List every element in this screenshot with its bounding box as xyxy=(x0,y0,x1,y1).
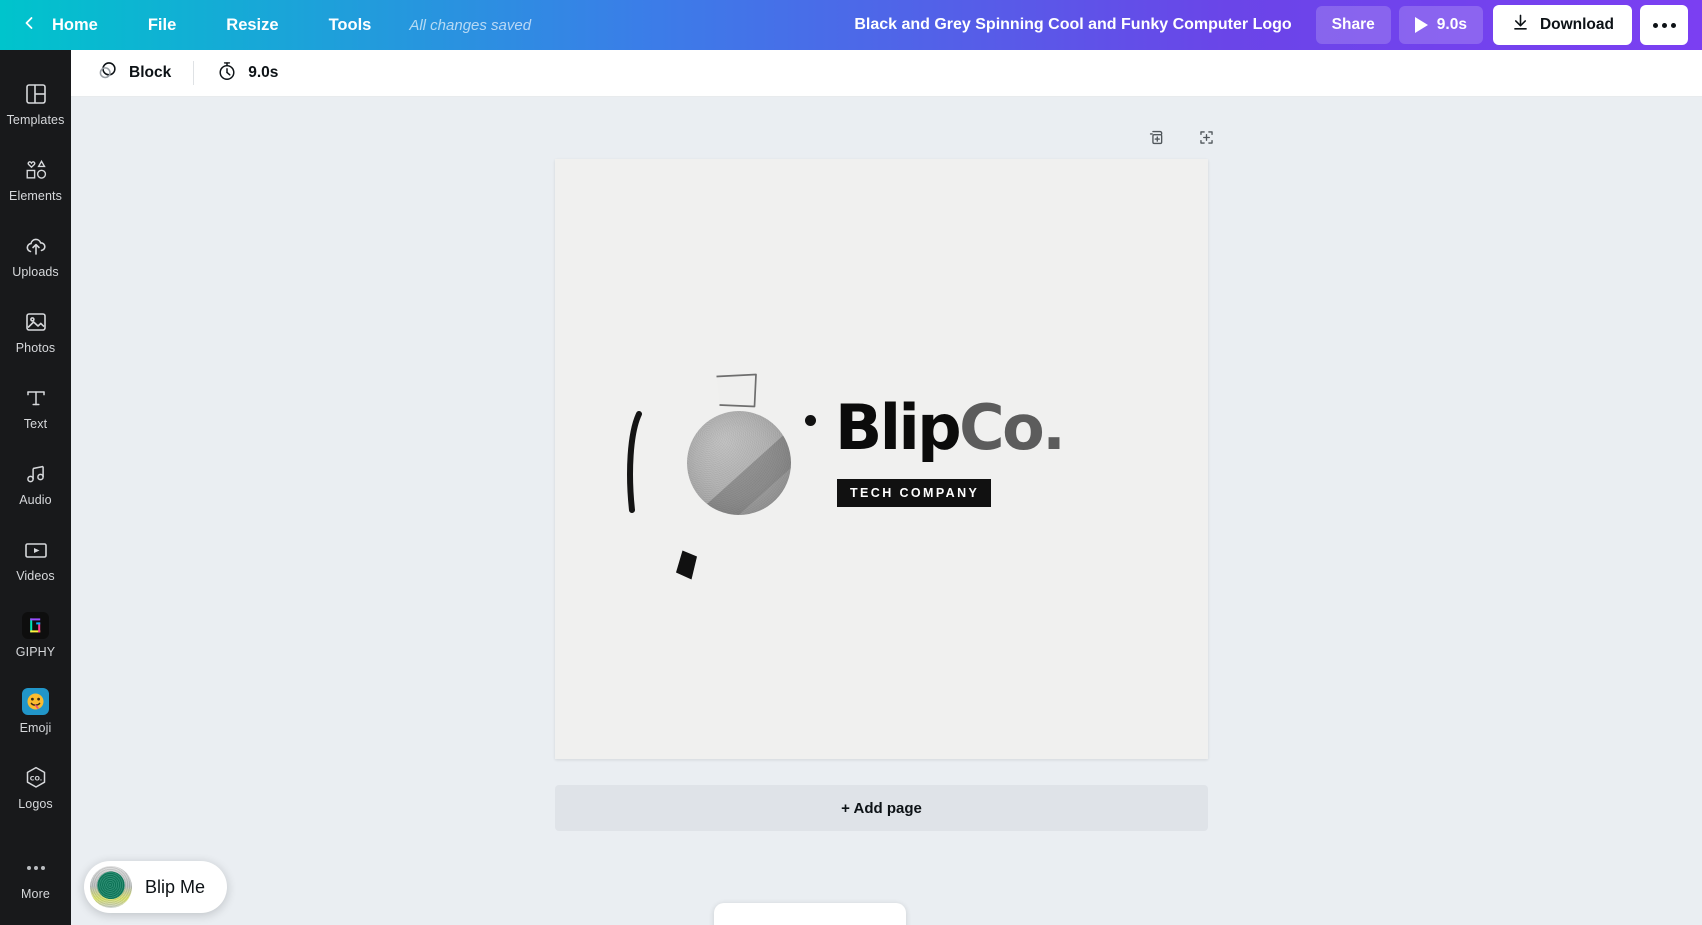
more-options-button[interactable] xyxy=(1640,5,1688,45)
sidebar-item-label: Photos xyxy=(15,341,56,355)
share-label: Share xyxy=(1331,16,1375,33)
sidebar-item-label: Videos xyxy=(16,569,55,583)
duplicate-page-icon xyxy=(1147,128,1166,152)
save-status: All changes saved xyxy=(409,16,532,34)
logos-icon: CO. xyxy=(23,765,49,790)
logo-tagline[interactable]: TECH COMPANY xyxy=(837,479,992,507)
timer-label: 9.0s xyxy=(248,64,279,81)
sidebar-item-uploads[interactable]: Uploads xyxy=(0,218,71,294)
templates-icon xyxy=(24,81,48,106)
black-quadrilateral-shape[interactable] xyxy=(673,549,703,583)
play-icon xyxy=(1414,17,1428,33)
sidebar-item-giphy[interactable]: GIPHY xyxy=(0,598,71,674)
download-button[interactable]: Download xyxy=(1492,5,1632,45)
sidebar-item-photos[interactable]: Photos xyxy=(0,294,71,370)
design-canvas[interactable]: BlipCo. TECH COMPANY xyxy=(555,159,1208,759)
stopwatch-icon xyxy=(216,60,238,87)
add-page-button[interactable]: + Add page xyxy=(555,785,1208,831)
add-page-button-icon[interactable] xyxy=(1191,125,1221,155)
sidebar-item-templates[interactable]: Templates xyxy=(0,66,71,142)
duplicate-page-button[interactable] xyxy=(1141,125,1171,155)
download-label: Download xyxy=(1539,16,1614,33)
audio-note-icon xyxy=(24,461,48,486)
ellipsis-icon-dot xyxy=(1670,22,1676,28)
canvas-workspace: BlipCo. TECH COMPANY + Add page xyxy=(71,97,1702,925)
block-button[interactable]: Block xyxy=(84,56,183,90)
sidebar-item-videos[interactable]: Videos xyxy=(0,522,71,598)
preview-duration-label: 9.0s xyxy=(1436,16,1467,33)
sidebar-item-label: Text xyxy=(23,417,48,431)
block-circles-icon xyxy=(96,59,119,87)
textured-sphere-shape[interactable] xyxy=(687,411,791,515)
timing-button[interactable]: 9.0s xyxy=(204,56,290,90)
sidebar-item-audio[interactable]: Audio xyxy=(0,446,71,522)
blip-avatar xyxy=(90,866,132,908)
sidebar-item-logos[interactable]: CO. Logos xyxy=(0,750,71,826)
wordmark-secondary: Co. xyxy=(959,391,1066,464)
uploads-cloud-icon xyxy=(23,233,49,258)
menu-file[interactable]: File xyxy=(134,8,190,43)
sidebar-item-label: Emoji xyxy=(19,721,52,735)
left-sidebar: Templates Elements Uploads Photos Text A… xyxy=(0,50,71,925)
sidebar-item-label: GIPHY xyxy=(15,645,56,659)
chevron-left-icon xyxy=(19,13,39,38)
wordmark-primary: Blip xyxy=(835,391,962,464)
logo-wordmark[interactable]: BlipCo. xyxy=(835,397,1066,459)
outlined-trapezoid-shape[interactable] xyxy=(710,372,762,410)
sidebar-item-label: More xyxy=(21,887,50,901)
bottom-control-bar[interactable] xyxy=(714,903,906,925)
parenthesis-stroke-shape[interactable] xyxy=(623,411,645,515)
menu-resize[interactable]: Resize xyxy=(212,8,292,43)
page-tools-group xyxy=(1141,125,1221,155)
small-dot-shape[interactable] xyxy=(805,415,816,426)
photos-icon xyxy=(24,309,48,334)
sidebar-item-more[interactable]: More xyxy=(0,840,71,916)
svg-text:CO.: CO. xyxy=(29,774,41,782)
ellipsis-icon-dot xyxy=(1652,22,1658,28)
emoji-icon xyxy=(22,688,49,715)
text-icon xyxy=(24,385,48,410)
menu-home[interactable]: Home xyxy=(46,8,112,43)
sidebar-item-label: Templates xyxy=(6,113,65,127)
sidebar-item-label: Uploads xyxy=(12,265,59,279)
top-bar-left-group: Home File Resize Tools All changes saved xyxy=(0,0,531,50)
videos-icon xyxy=(23,537,49,562)
sidebar-item-label: Audio xyxy=(19,493,52,507)
share-button[interactable]: Share xyxy=(1315,6,1391,44)
logo-composition: BlipCo. TECH COMPANY xyxy=(555,159,1208,759)
document-title[interactable]: Black and Grey Spinning Cool and Funky C… xyxy=(838,7,1307,43)
toolbar-divider xyxy=(193,61,195,85)
sidebar-item-elements[interactable]: Elements xyxy=(0,142,71,218)
sidebar-item-text[interactable]: Text xyxy=(0,370,71,446)
ellipsis-icon xyxy=(24,855,48,880)
giphy-icon xyxy=(22,612,49,639)
sidebar-item-label: Elements xyxy=(9,189,62,203)
top-bar: Home File Resize Tools All changes saved… xyxy=(0,0,1702,50)
elements-icon xyxy=(23,157,49,182)
ellipsis-icon-dot xyxy=(1661,22,1667,28)
editor-toolbar: Block 9.0s xyxy=(71,50,1702,97)
download-icon xyxy=(1511,13,1530,37)
sidebar-item-label: Logos xyxy=(18,797,53,811)
add-page-icon xyxy=(1197,128,1216,152)
block-label: Block xyxy=(129,64,172,81)
preview-button[interactable]: 9.0s xyxy=(1398,6,1483,44)
back-button[interactable] xyxy=(12,0,46,50)
menu-tools[interactable]: Tools xyxy=(315,8,386,43)
sidebar-item-emoji[interactable]: Emoji xyxy=(0,674,71,750)
assistant-pill[interactable]: Blip Me xyxy=(84,861,228,913)
assistant-label: Blip Me xyxy=(145,876,206,897)
